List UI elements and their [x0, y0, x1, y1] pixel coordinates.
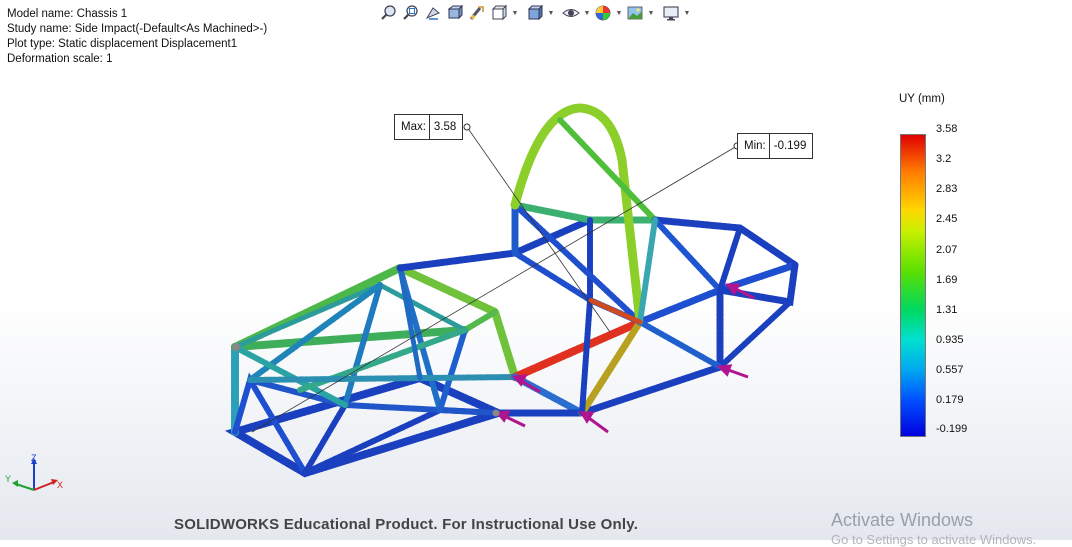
min-callout-label: Min:	[738, 134, 770, 158]
legend-tick: 3.2	[936, 153, 952, 165]
legend-tick: 0.935	[936, 334, 964, 346]
legend-tick: 3.58	[936, 123, 958, 135]
legend-tick: 2.83	[936, 183, 958, 195]
triad-x-label: X	[57, 480, 63, 490]
legend-tick: 0.179	[936, 394, 964, 406]
legend-tick: 1.69	[936, 274, 958, 286]
max-callout-value: 3.58	[433, 121, 457, 133]
legend-tick: 0.557	[936, 364, 964, 376]
min-callout[interactable]: Min: -0.199	[737, 133, 814, 159]
legend-color-bar[interactable]	[900, 134, 926, 437]
legend-tick: 1.31	[936, 304, 958, 316]
min-callout-value: -0.199	[773, 140, 807, 152]
triad-y-label: Y	[5, 474, 11, 484]
legend-tick: -0.199	[936, 423, 968, 435]
legend-tick: 2.07	[936, 244, 958, 256]
triad-z-label: Z	[31, 453, 37, 463]
reference-triad: Z X Y	[5, 453, 63, 491]
legend-tick: 2.45	[936, 213, 958, 225]
legend-title: UY (mm)	[899, 93, 945, 105]
educational-watermark: SOLIDWORKS Educational Product. For Inst…	[174, 516, 639, 533]
max-callout[interactable]: Max: 3.58	[394, 114, 464, 140]
max-callout-label: Max:	[395, 115, 430, 139]
activate-windows-title: Activate Windows	[831, 510, 974, 530]
